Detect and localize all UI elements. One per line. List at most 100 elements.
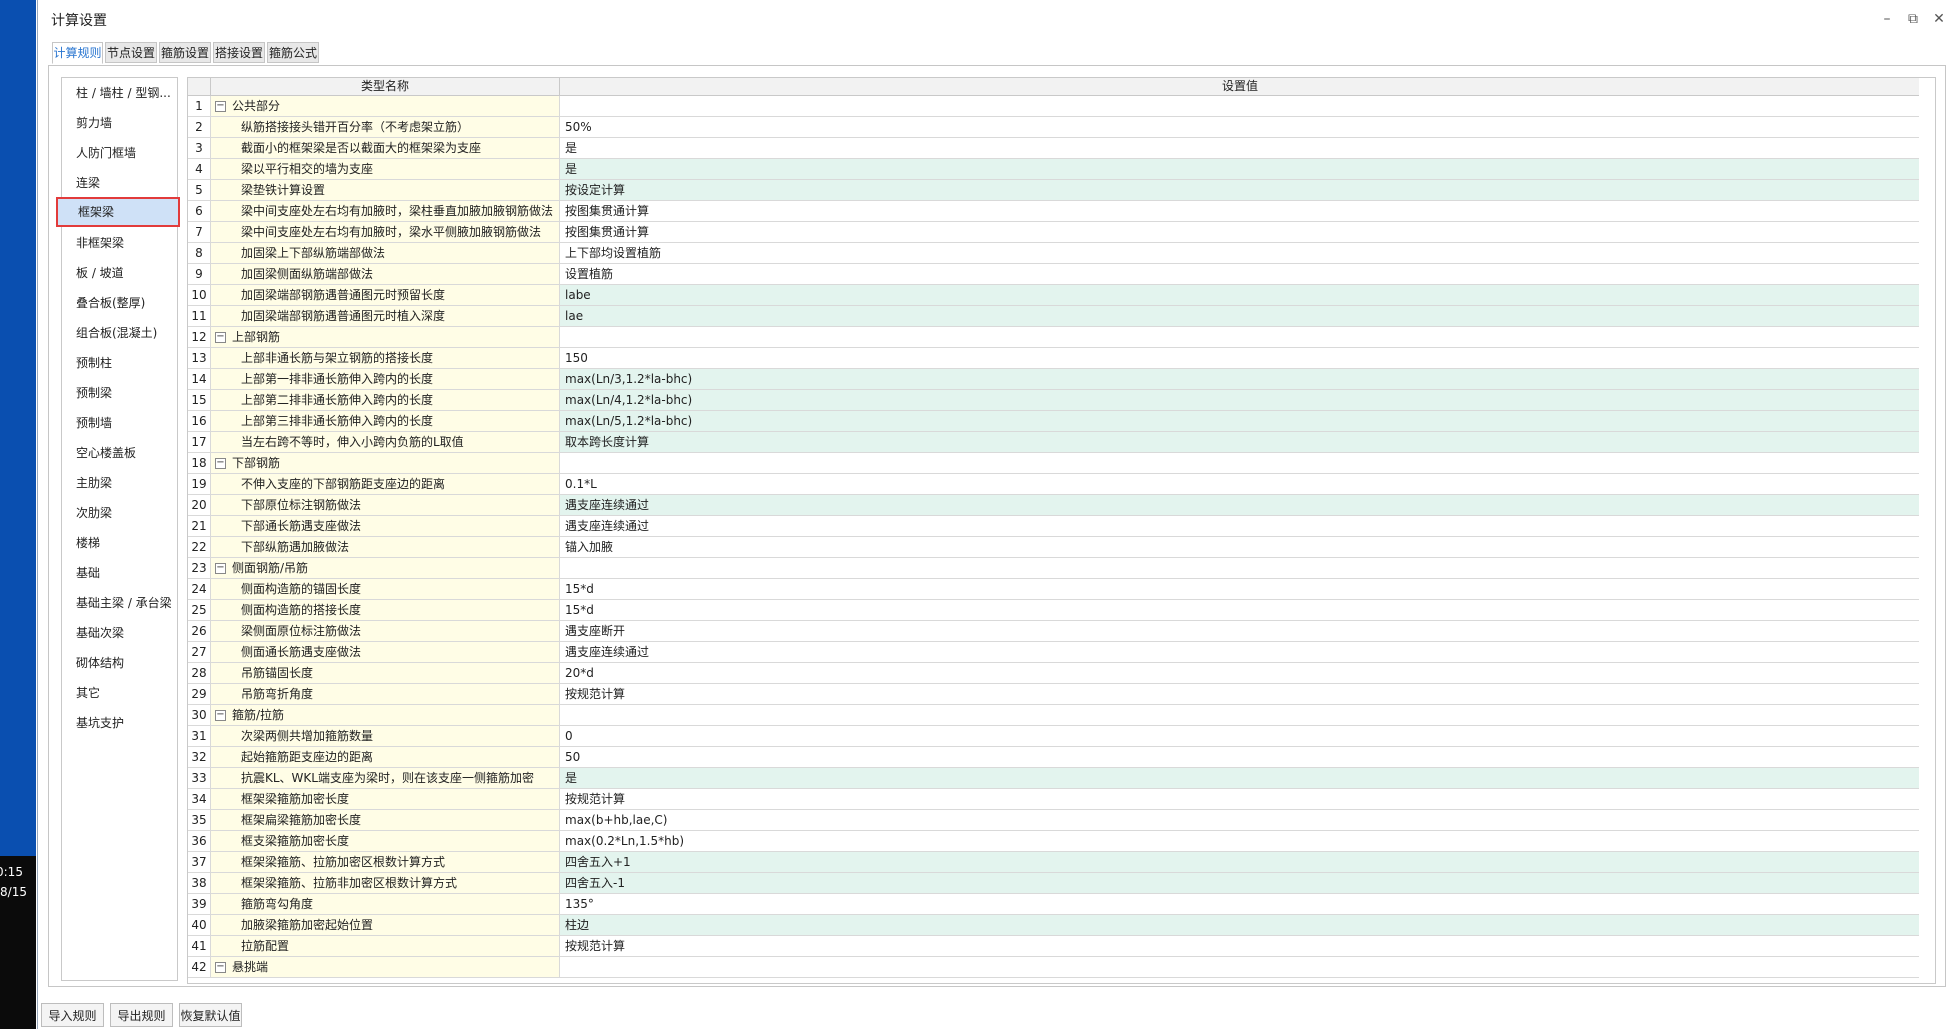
value-cell[interactable]: max(0.2*Ln,1.5*hb) xyxy=(560,831,1921,851)
value-cell[interactable]: 150 xyxy=(560,348,1921,368)
table-row[interactable]: 25 侧面构造筋的搭接长度 15*d xyxy=(188,600,1921,621)
table-row[interactable]: 35 框架扁梁箍筋加密长度 max(b+hb,lae,C) xyxy=(188,810,1921,831)
value-cell[interactable]: labe xyxy=(560,285,1921,305)
sidebar-item[interactable]: 空心楼盖板 xyxy=(62,438,177,468)
sidebar-item[interactable]: 楼梯 xyxy=(62,528,177,558)
value-cell[interactable]: 是 xyxy=(560,138,1921,158)
sidebar-item[interactable]: 砌体结构 xyxy=(62,648,177,678)
taskbar-clock[interactable]: 0:15 /8/15 xyxy=(0,856,36,1029)
sidebar-item[interactable]: 板 / 坡道 xyxy=(62,258,177,288)
sidebar-item[interactable]: 叠合板(整厚) xyxy=(62,288,177,318)
table-row[interactable]: 31 次梁两侧共增加箍筋数量 0 xyxy=(188,726,1921,747)
value-cell[interactable]: 柱边 xyxy=(560,915,1921,935)
table-row[interactable]: 24 侧面构造筋的锚固长度 15*d xyxy=(188,579,1921,600)
value-cell[interactable]: max(Ln/3,1.2*la-bhc) xyxy=(560,369,1921,389)
value-cell[interactable]: 0.1*L xyxy=(560,474,1921,494)
table-row[interactable]: 19 不伸入支座的下部钢筋距支座边的距离 0.1*L xyxy=(188,474,1921,495)
value-cell[interactable] xyxy=(560,453,1921,473)
group-row[interactable]: 18− 下部钢筋 xyxy=(188,453,1921,474)
table-row[interactable]: 7 梁中间支座处左右均有加腋时，梁水平侧腋加腋钢筋做法 按图集贯通计算 xyxy=(188,222,1921,243)
table-row[interactable]: 13 上部非通长筋与架立钢筋的搭接长度 150 xyxy=(188,348,1921,369)
table-row[interactable]: 28 吊筋锚固长度 20*d xyxy=(188,663,1921,684)
table-row[interactable]: 41 拉筋配置 按规范计算 xyxy=(188,936,1921,957)
value-cell[interactable]: 四舍五入-1 xyxy=(560,873,1921,893)
table-row[interactable]: 11 加固梁端部钢筋遇普通图元时植入深度 lae xyxy=(188,306,1921,327)
value-cell[interactable]: 按规范计算 xyxy=(560,789,1921,809)
sidebar-item[interactable]: 预制梁 xyxy=(62,378,177,408)
tab-node-settings[interactable]: 节点设置 xyxy=(105,42,157,63)
sidebar-item[interactable]: 预制柱 xyxy=(62,348,177,378)
table-row[interactable]: 38 框架梁箍筋、拉筋非加密区根数计算方式 四舍五入-1 xyxy=(188,873,1921,894)
value-cell[interactable]: 0 xyxy=(560,726,1921,746)
value-cell[interactable]: max(Ln/4,1.2*la-bhc) xyxy=(560,390,1921,410)
table-row[interactable]: 3 截面小的框架梁是否以截面大的框架梁为支座 是 xyxy=(188,138,1921,159)
sidebar-item[interactable]: 框架梁 xyxy=(56,197,180,227)
tab-stirrup-settings[interactable]: 箍筋设置 xyxy=(159,42,211,63)
collapse-icon[interactable]: − xyxy=(215,101,226,112)
sidebar-item[interactable]: 柱 / 墙柱 / 型钢... xyxy=(62,78,177,108)
value-cell[interactable]: 取本跨长度计算 xyxy=(560,432,1921,452)
table-row[interactable]: 14 上部第一排非通长筋伸入跨内的长度 max(Ln/3,1.2*la-bhc) xyxy=(188,369,1921,390)
sidebar-item[interactable]: 基础 xyxy=(62,558,177,588)
group-row[interactable]: 12− 上部钢筋 xyxy=(188,327,1921,348)
value-cell[interactable] xyxy=(560,327,1921,347)
value-cell[interactable]: 遇支座连续通过 xyxy=(560,495,1921,515)
sidebar-item[interactable]: 基础次梁 xyxy=(62,618,177,648)
value-cell[interactable]: 按设定计算 xyxy=(560,180,1921,200)
value-cell[interactable]: 15*d xyxy=(560,600,1921,620)
value-cell[interactable]: 是 xyxy=(560,159,1921,179)
export-rules-button[interactable]: 导出规则 xyxy=(110,1003,173,1027)
value-cell[interactable]: 按图集贯通计算 xyxy=(560,222,1921,242)
table-row[interactable]: 21 下部通长筋遇支座做法 遇支座连续通过 xyxy=(188,516,1921,537)
collapse-icon[interactable]: − xyxy=(215,458,226,469)
table-row[interactable]: 6 梁中间支座处左右均有加腋时，梁柱垂直加腋加腋钢筋做法 按图集贯通计算 xyxy=(188,201,1921,222)
value-cell[interactable]: 锚入加腋 xyxy=(560,537,1921,557)
value-cell[interactable]: 20*d xyxy=(560,663,1921,683)
sidebar-item[interactable]: 连梁 xyxy=(62,168,177,198)
value-cell[interactable]: 上下部均设置植筋 xyxy=(560,243,1921,263)
table-row[interactable]: 16 上部第三排非通长筋伸入跨内的长度 max(Ln/5,1.2*la-bhc) xyxy=(188,411,1921,432)
sidebar-item[interactable]: 组合板(混凝土) xyxy=(62,318,177,348)
value-cell[interactable] xyxy=(560,705,1921,725)
collapse-icon[interactable]: − xyxy=(215,563,226,574)
table-row[interactable]: 10 加固梁端部钢筋遇普通图元时预留长度 labe xyxy=(188,285,1921,306)
restore-defaults-button[interactable]: 恢复默认值 xyxy=(179,1003,242,1027)
value-cell[interactable]: 遇支座连续通过 xyxy=(560,516,1921,536)
value-cell[interactable]: 按图集贯通计算 xyxy=(560,201,1921,221)
table-row[interactable]: 29 吊筋弯折角度 按规范计算 xyxy=(188,684,1921,705)
sidebar-item[interactable]: 基坑支护 xyxy=(62,708,177,738)
minimize-icon[interactable]: – xyxy=(1874,8,1900,30)
value-cell[interactable]: 遇支座连续通过 xyxy=(560,642,1921,662)
value-cell[interactable]: 是 xyxy=(560,768,1921,788)
group-row[interactable]: 1− 公共部分 xyxy=(188,96,1921,117)
table-row[interactable]: 4 梁以平行相交的墙为支座 是 xyxy=(188,159,1921,180)
collapse-icon[interactable]: − xyxy=(215,710,226,721)
value-cell[interactable]: 按规范计算 xyxy=(560,936,1921,956)
tab-lap-settings[interactable]: 搭接设置 xyxy=(213,42,265,63)
group-row[interactable]: 30− 箍筋/拉筋 xyxy=(188,705,1921,726)
table-row[interactable]: 9 加固梁侧面纵筋端部做法 设置植筋 xyxy=(188,264,1921,285)
sidebar-item[interactable]: 预制墙 xyxy=(62,408,177,438)
sidebar-item[interactable]: 非框架梁 xyxy=(62,228,177,258)
collapse-icon[interactable]: − xyxy=(215,332,226,343)
table-row[interactable]: 33 抗震KL、WKL端支座为梁时，则在该支座一侧箍筋加密 是 xyxy=(188,768,1921,789)
table-row[interactable]: 27 侧面通长筋遇支座做法 遇支座连续通过 xyxy=(188,642,1921,663)
value-cell[interactable]: 50 xyxy=(560,747,1921,767)
value-cell[interactable] xyxy=(560,558,1921,578)
value-cell[interactable]: 按规范计算 xyxy=(560,684,1921,704)
value-cell[interactable] xyxy=(560,96,1921,116)
value-cell[interactable]: 遇支座断开 xyxy=(560,621,1921,641)
value-cell[interactable]: max(Ln/5,1.2*la-bhc) xyxy=(560,411,1921,431)
value-cell[interactable]: max(b+hb,lae,C) xyxy=(560,810,1921,830)
value-cell[interactable]: 50% xyxy=(560,117,1921,137)
table-row[interactable]: 39 箍筋弯勾角度 135° xyxy=(188,894,1921,915)
table-row[interactable]: 20 下部原位标注钢筋做法 遇支座连续通过 xyxy=(188,495,1921,516)
close-icon[interactable]: ✕ xyxy=(1926,8,1952,30)
table-row[interactable]: 40 加腋梁箍筋加密起始位置 柱边 xyxy=(188,915,1921,936)
group-row[interactable]: 42− 悬挑端 xyxy=(188,957,1921,978)
tab-stirrup-formula[interactable]: 箍筋公式 xyxy=(267,42,319,63)
collapse-icon[interactable]: − xyxy=(215,962,226,973)
table-row[interactable]: 5 梁垫铁计算设置 按设定计算 xyxy=(188,180,1921,201)
sidebar-item[interactable]: 剪力墙 xyxy=(62,108,177,138)
restore-icon[interactable]: ⧉ xyxy=(1900,8,1926,30)
